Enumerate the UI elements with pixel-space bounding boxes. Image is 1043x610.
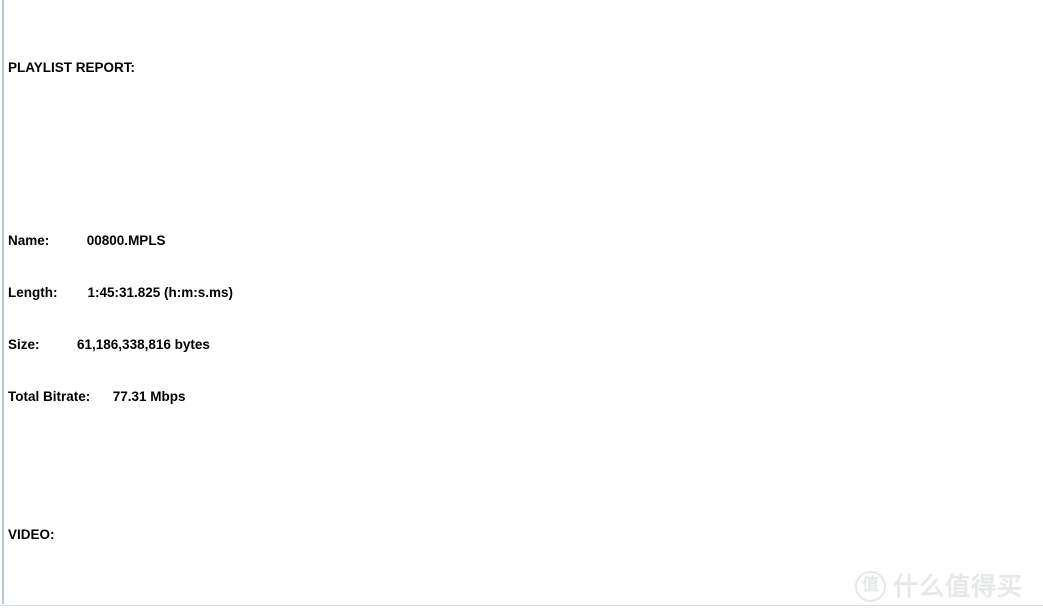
- playlist-report-page: PLAYLIST REPORT: Name: 00800.MPLS Length…: [0, 0, 1043, 610]
- summary-total-bitrate-line: Total Bitrate: 77.31 Mbps: [8, 388, 186, 404]
- video-section-heading: VIDEO:: [8, 526, 55, 542]
- summary-name-line: Name: 00800.MPLS: [8, 232, 166, 248]
- report-text-body: PLAYLIST REPORT: Name: 00800.MPLS Length…: [8, 7, 1038, 610]
- report-title: PLAYLIST REPORT:: [8, 59, 136, 75]
- left-border-rule: [2, 0, 4, 604]
- summary-length-line: Length: 1:45:31.825 (h:m:s.ms): [8, 284, 234, 300]
- summary-size-line: Size: 61,186,338,816 bytes: [8, 336, 210, 352]
